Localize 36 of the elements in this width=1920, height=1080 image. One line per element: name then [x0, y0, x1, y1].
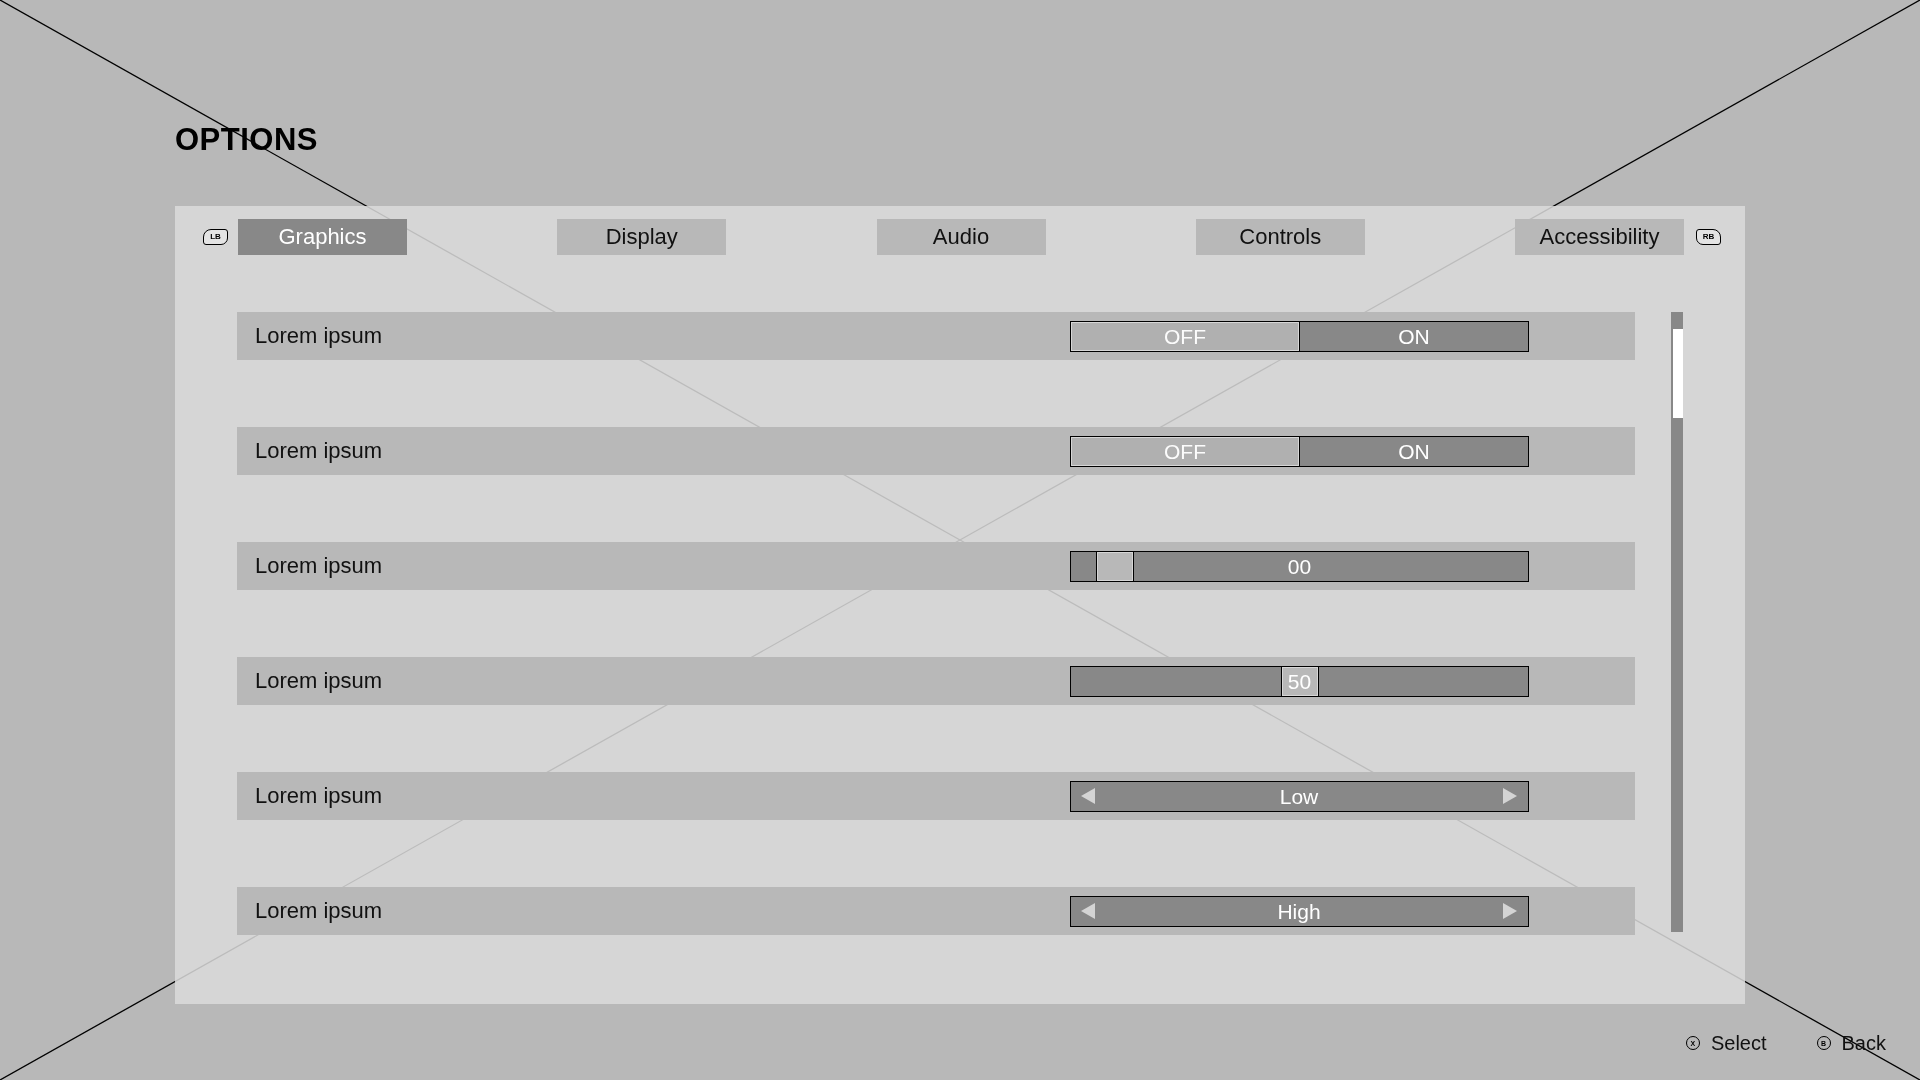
toggle-on-option[interactable]: ON: [1300, 436, 1528, 466]
left-triangle-icon[interactable]: [1081, 788, 1095, 804]
setting-label: Lorem ipsum: [255, 325, 384, 347]
toggle-off-option[interactable]: OFF: [1071, 321, 1300, 351]
left-triangle-icon[interactable]: [1081, 903, 1095, 919]
setting-label: Lorem ipsum: [255, 900, 384, 922]
setting-label: Lorem ipsum: [255, 555, 384, 577]
option-selector[interactable]: High: [1070, 895, 1529, 927]
footer-hint-label: Select: [1710, 1033, 1767, 1053]
tab[interactable]: Display: [557, 219, 727, 255]
toggle-switch[interactable]: OFF ON: [1070, 435, 1529, 467]
toggle-on-option[interactable]: ON: [1300, 321, 1528, 351]
option-selector[interactable]: Low: [1070, 780, 1529, 812]
toggle-switch[interactable]: OFF ON: [1070, 320, 1529, 352]
tab[interactable]: Audio: [876, 219, 1046, 255]
scrollbar[interactable]: [1671, 312, 1683, 932]
tab[interactable]: Graphics: [238, 219, 407, 255]
slider-thumb[interactable]: [1096, 551, 1135, 581]
right-triangle-icon[interactable]: [1503, 903, 1517, 919]
selector-value: High: [1277, 900, 1321, 922]
slider-track[interactable]: 00: [1070, 550, 1529, 582]
scrollbar-thumb[interactable]: [1673, 329, 1683, 418]
setting-label: Lorem ipsum: [255, 670, 384, 692]
slider-thumb[interactable]: [1280, 666, 1319, 696]
setting-label: Lorem ipsum: [255, 785, 384, 807]
right-triangle-icon[interactable]: [1503, 788, 1517, 804]
setting-label: Lorem ipsum: [255, 440, 384, 462]
selector-value: Low: [1279, 785, 1319, 807]
tab[interactable]: Accessibility: [1515, 219, 1684, 255]
bumper-button-glyph: LB: [203, 229, 228, 245]
toggle-off-option[interactable]: OFF: [1071, 436, 1300, 466]
slider-value: 50: [1287, 670, 1312, 692]
tab[interactable]: Controls: [1195, 219, 1365, 255]
bumper-button-glyph: RB: [1696, 229, 1721, 245]
slider-value: 00: [1287, 555, 1312, 577]
slider-track[interactable]: 50: [1070, 665, 1529, 697]
